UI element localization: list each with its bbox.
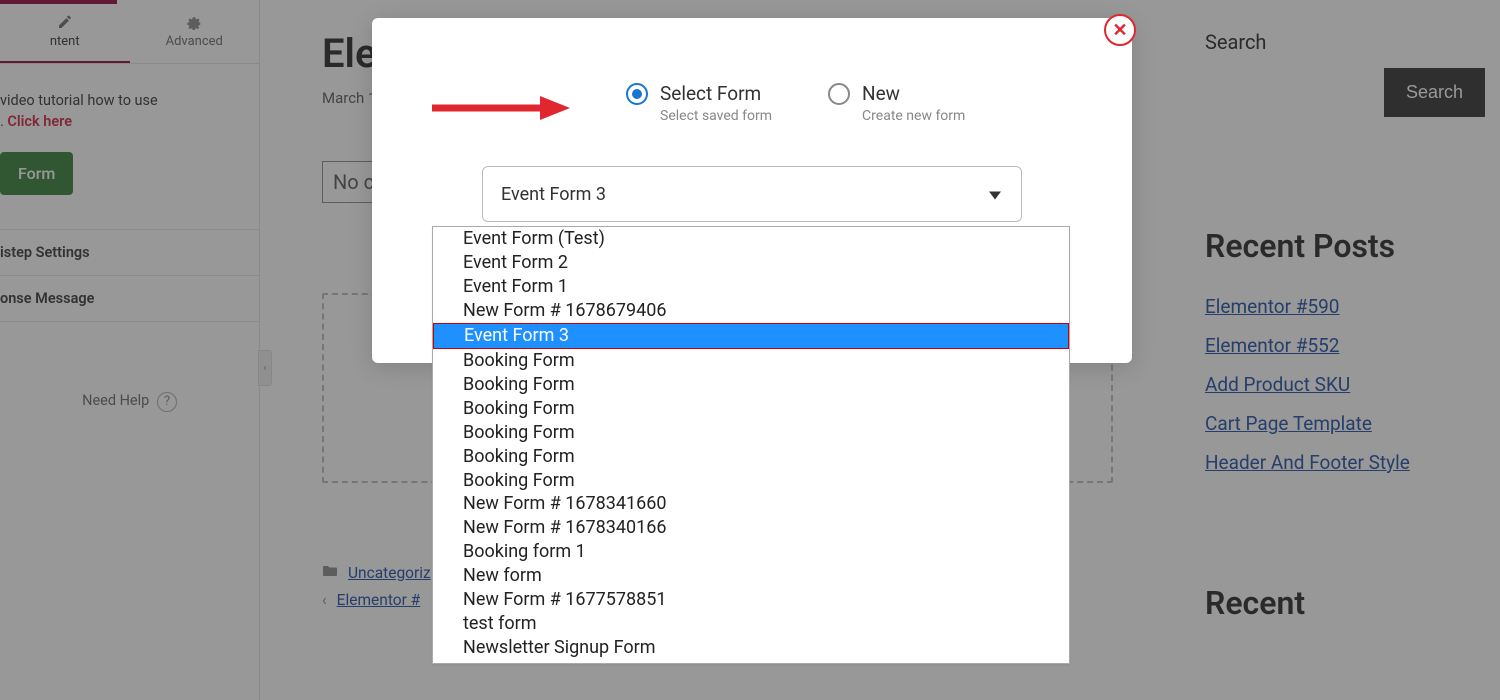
dropdown-option[interactable]: New form: [433, 564, 1069, 588]
dropdown-scroll[interactable]: Event Form (Test)Event Form 2Event Form …: [433, 227, 1069, 663]
radio-unselected-icon: [828, 83, 850, 105]
close-icon: ✕: [1112, 20, 1127, 41]
radio-selected-icon: [626, 83, 648, 105]
dropdown-option[interactable]: Booking form 1: [433, 540, 1069, 564]
dropdown-option[interactable]: New Form # 1678340166: [433, 516, 1069, 540]
dropdown-option[interactable]: Event Form 3: [433, 323, 1069, 349]
dropdown-option[interactable]: test form: [433, 612, 1069, 636]
form-select[interactable]: Event Form 3: [482, 166, 1022, 222]
dropdown-option[interactable]: Booking Form: [433, 349, 1069, 373]
form-select-dropdown: Event Form (Test)Event Form 2Event Form …: [432, 226, 1070, 664]
radio-select-form[interactable]: Select Form Select saved form: [626, 82, 772, 124]
dropdown-option[interactable]: New Form # 1677578851: [433, 588, 1069, 612]
dropdown-option[interactable]: New Form # 1678341660: [433, 492, 1069, 516]
annotation-arrow: [432, 94, 572, 122]
radio-select-form-sub: Select saved form: [660, 108, 772, 124]
dropdown-option[interactable]: Event Form (Test): [433, 227, 1069, 251]
dropdown-option[interactable]: Booking Form: [433, 397, 1069, 421]
dropdown-option[interactable]: Booking Form: [433, 445, 1069, 469]
radio-new[interactable]: New Create new form: [828, 82, 965, 124]
dropdown-option[interactable]: Event Form 1: [433, 275, 1069, 299]
dropdown-option[interactable]: Booking Form: [433, 469, 1069, 493]
dropdown-option[interactable]: Event Form 2: [433, 251, 1069, 275]
dropdown-option[interactable]: Booking Form: [433, 421, 1069, 445]
radio-new-sub: Create new form: [862, 108, 965, 124]
form-select-value: Event Form 3: [501, 184, 606, 205]
radio-select-form-title: Select Form: [660, 82, 772, 105]
dropdown-option[interactable]: Newsletter Signup Form: [433, 636, 1069, 660]
close-button[interactable]: ✕: [1104, 14, 1136, 46]
radio-new-title: New: [862, 82, 965, 105]
caret-down-icon: [989, 184, 1001, 205]
dropdown-option[interactable]: Booking Form: [433, 373, 1069, 397]
dropdown-option[interactable]: contact form: [433, 660, 1069, 663]
dropdown-option[interactable]: New Form # 1678679406: [433, 299, 1069, 323]
